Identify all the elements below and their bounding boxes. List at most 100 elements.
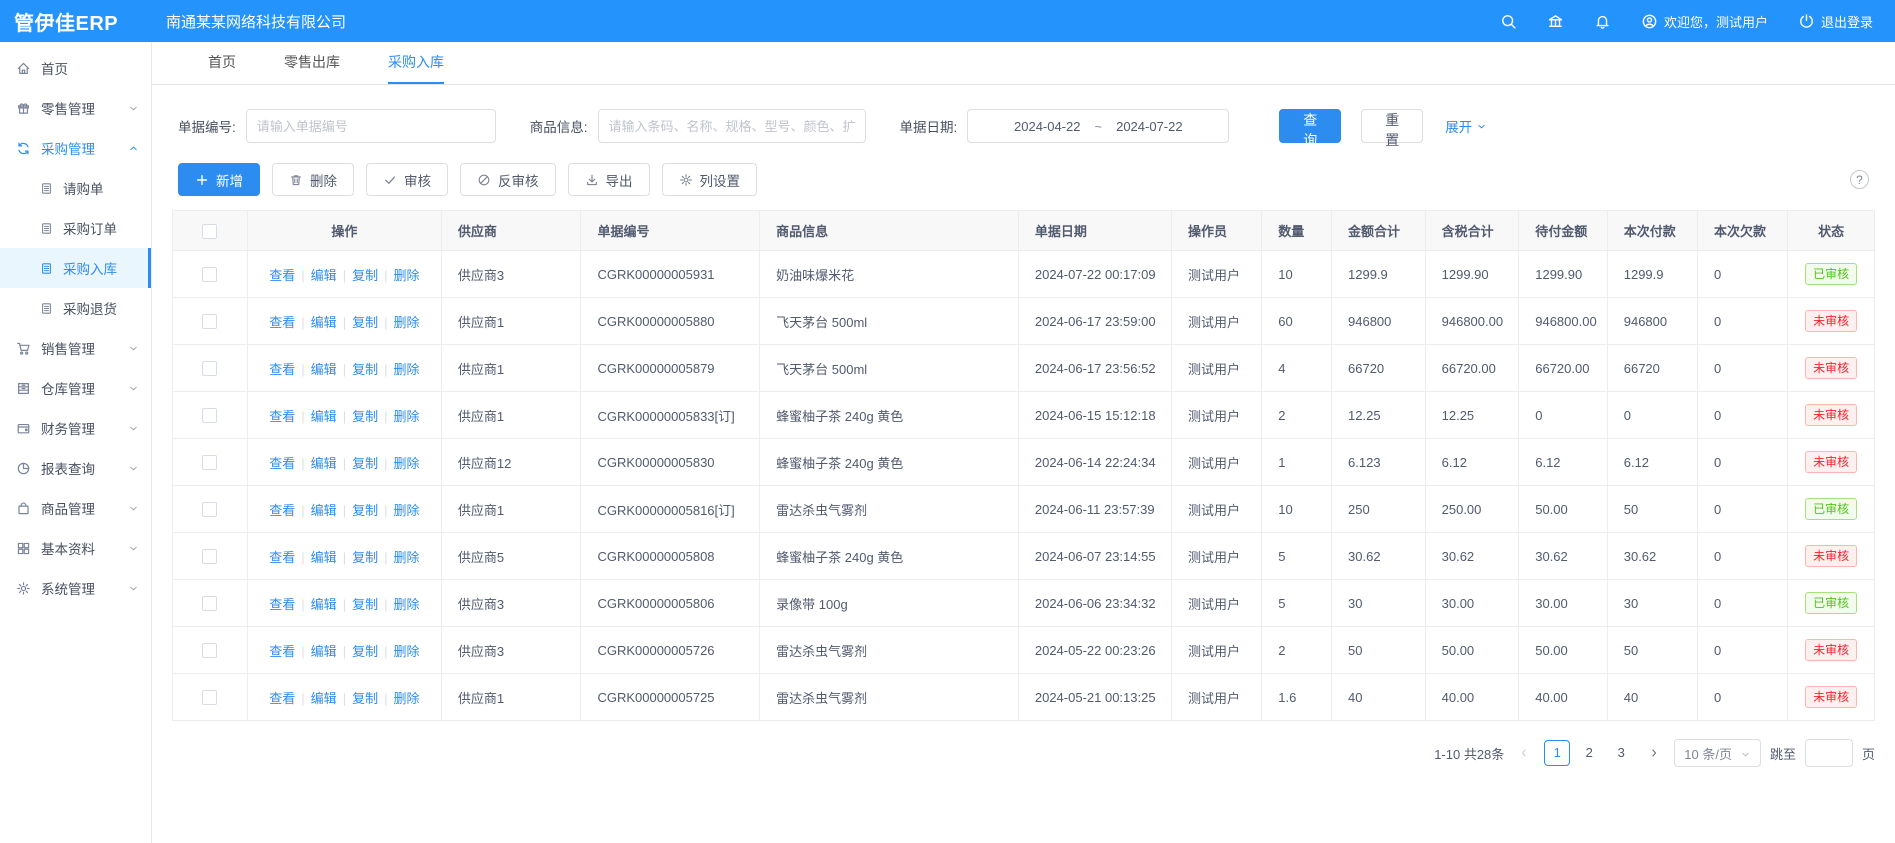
sidebar-item-sales-manage[interactable]: 销售管理: [0, 328, 151, 368]
logout-button[interactable]: 退出登录: [1798, 12, 1873, 31]
reset-button[interactable]: 重 置: [1361, 109, 1423, 143]
row-action-copy[interactable]: 复制: [352, 456, 378, 471]
search-query-button[interactable]: 查 询: [1279, 109, 1341, 143]
sidebar-item-purchase-inbound[interactable]: 采购入库: [0, 248, 151, 288]
sidebar-item-finance-manage[interactable]: 财务管理: [0, 408, 151, 448]
jump-page-input[interactable]: [1805, 739, 1853, 767]
delete-button[interactable]: 删除: [272, 163, 354, 196]
row-checkbox[interactable]: [202, 314, 217, 329]
row-action-edit[interactable]: 编辑: [311, 691, 337, 706]
next-page-button[interactable]: [1643, 742, 1665, 764]
row-action-delete[interactable]: 删除: [393, 550, 419, 565]
user-menu[interactable]: 欢迎您，测试用户: [1641, 12, 1768, 31]
page-size-select[interactable]: 10 条/页: [1674, 739, 1761, 767]
cell-date: 2024-06-17 23:56:52: [1018, 345, 1171, 392]
row-action-delete[interactable]: 删除: [393, 315, 419, 330]
unaudit-button[interactable]: 反审核: [460, 163, 556, 196]
sidebar-item-system-manage[interactable]: 系统管理: [0, 568, 151, 608]
page-number-1[interactable]: 1: [1544, 740, 1570, 766]
select-all-checkbox[interactable]: [202, 224, 217, 239]
row-action-view[interactable]: 查看: [269, 550, 295, 565]
sidebar-item-purchase-return[interactable]: 采购退货: [0, 288, 151, 328]
help-icon[interactable]: ?: [1850, 170, 1869, 189]
row-checkbox[interactable]: [202, 690, 217, 705]
row-action-delete[interactable]: 删除: [393, 691, 419, 706]
row-action-view[interactable]: 查看: [269, 691, 295, 706]
row-action-delete[interactable]: 删除: [393, 597, 419, 612]
add-button[interactable]: 新增: [178, 163, 260, 196]
row-checkbox[interactable]: [202, 596, 217, 611]
sidebar-item-goods-manage[interactable]: 商品管理: [0, 488, 151, 528]
prev-page-button[interactable]: [1513, 742, 1535, 764]
tab-purchase-inbound[interactable]: 采购入库: [388, 42, 444, 84]
row-action-view[interactable]: 查看: [269, 315, 295, 330]
cell-paid: 66720: [1607, 345, 1697, 392]
row-action-delete[interactable]: 删除: [393, 644, 419, 659]
row-checkbox[interactable]: [202, 549, 217, 564]
row-action-edit[interactable]: 编辑: [311, 409, 337, 424]
search-button[interactable]: [1500, 13, 1517, 30]
audit-button[interactable]: 审核: [366, 163, 448, 196]
tab-retail-outbound[interactable]: 零售出库: [284, 42, 340, 84]
sidebar-item-purchase-manage[interactable]: 采购管理: [0, 128, 151, 168]
sidebar-item-warehouse-manage[interactable]: 仓库管理: [0, 368, 151, 408]
page-number-2[interactable]: 2: [1576, 740, 1602, 766]
sidebar-item-purchase-request[interactable]: 请购单: [0, 168, 151, 208]
row-action-view[interactable]: 查看: [269, 409, 295, 424]
row-action-copy[interactable]: 复制: [352, 268, 378, 283]
sidebar-item-basic-data[interactable]: 基本资料: [0, 528, 151, 568]
action-separator: |: [343, 456, 346, 471]
row-action-view[interactable]: 查看: [269, 644, 295, 659]
row-action-edit[interactable]: 编辑: [311, 644, 337, 659]
cell-operator: 测试用户: [1172, 392, 1262, 439]
row-action-edit[interactable]: 编辑: [311, 550, 337, 565]
row-action-copy[interactable]: 复制: [352, 409, 378, 424]
row-action-copy[interactable]: 复制: [352, 362, 378, 377]
expand-filters-link[interactable]: 展开: [1445, 116, 1487, 136]
date-to-value[interactable]: 2024-07-22: [1116, 119, 1183, 134]
sidebar-item-report-query[interactable]: 报表查询: [0, 448, 151, 488]
row-action-view[interactable]: 查看: [269, 456, 295, 471]
row-checkbox[interactable]: [202, 408, 217, 423]
row-action-copy[interactable]: 复制: [352, 597, 378, 612]
row-action-view[interactable]: 查看: [269, 503, 295, 518]
export-button[interactable]: 导出: [568, 163, 650, 196]
tab-home[interactable]: 首页: [208, 42, 236, 84]
row-action-edit[interactable]: 编辑: [311, 362, 337, 377]
row-action-copy[interactable]: 复制: [352, 315, 378, 330]
row-action-delete[interactable]: 删除: [393, 503, 419, 518]
row-action-edit[interactable]: 编辑: [311, 315, 337, 330]
date-from-value[interactable]: 2024-04-22: [1014, 119, 1081, 134]
doc-no-input[interactable]: [246, 109, 496, 143]
row-action-view[interactable]: 查看: [269, 362, 295, 377]
platform-button[interactable]: [1547, 13, 1564, 30]
row-action-edit[interactable]: 编辑: [311, 456, 337, 471]
row-action-edit[interactable]: 编辑: [311, 597, 337, 612]
sidebar-item-home[interactable]: 首页: [0, 48, 151, 88]
row-action-delete[interactable]: 删除: [393, 268, 419, 283]
row-checkbox[interactable]: [202, 643, 217, 658]
row-checkbox[interactable]: [202, 502, 217, 517]
product-info-input[interactable]: [598, 109, 866, 143]
page-number-3[interactable]: 3: [1608, 740, 1634, 766]
row-action-copy[interactable]: 复制: [352, 644, 378, 659]
row-action-copy[interactable]: 复制: [352, 503, 378, 518]
row-action-delete[interactable]: 删除: [393, 456, 419, 471]
row-action-edit[interactable]: 编辑: [311, 268, 337, 283]
notifications-button[interactable]: [1594, 13, 1611, 30]
row-action-edit[interactable]: 编辑: [311, 503, 337, 518]
cell-product: 雷达杀虫气雾剂: [760, 674, 1019, 721]
row-action-view[interactable]: 查看: [269, 597, 295, 612]
column-settings-button[interactable]: 列设置: [662, 163, 758, 196]
row-action-delete[interactable]: 删除: [393, 409, 419, 424]
row-checkbox[interactable]: [202, 267, 217, 282]
row-action-view[interactable]: 查看: [269, 268, 295, 283]
sidebar-item-purchase-order[interactable]: 采购订单: [0, 208, 151, 248]
row-action-delete[interactable]: 删除: [393, 362, 419, 377]
row-checkbox[interactable]: [202, 455, 217, 470]
row-action-copy[interactable]: 复制: [352, 550, 378, 565]
sidebar-item-retail-manage[interactable]: 零售管理: [0, 88, 151, 128]
row-action-copy[interactable]: 复制: [352, 691, 378, 706]
row-checkbox[interactable]: [202, 361, 217, 376]
date-range-picker[interactable]: 2024-04-22 ~ 2024-07-22: [967, 109, 1229, 143]
